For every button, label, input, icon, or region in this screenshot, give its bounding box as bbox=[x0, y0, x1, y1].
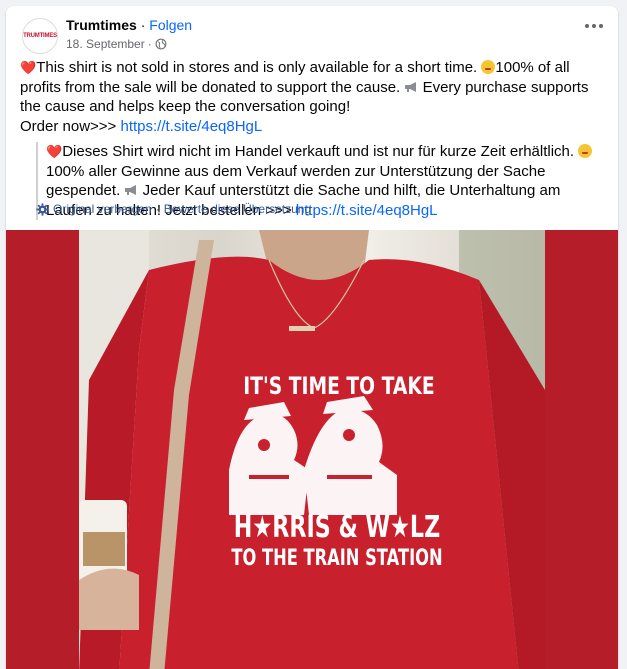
date-separator: · bbox=[147, 37, 152, 51]
shirt-text-bottom: TO THE TRAIN STATION bbox=[231, 546, 443, 571]
post-message-paragraph: ❤️This shirt is not sold in stores and i… bbox=[20, 58, 608, 117]
globe-icon bbox=[155, 38, 167, 50]
post-header: TRUMTIMES Trumtimes · Folgen 18. Septemb… bbox=[6, 6, 618, 62]
avatar-logo-text: TRUMTIMES bbox=[23, 33, 57, 39]
post-date[interactable]: 18. September bbox=[66, 36, 145, 52]
translation-kiss-face-emoji-icon bbox=[578, 144, 593, 158]
translation-order-link[interactable]: https://t.site/4eq8HgL bbox=[296, 202, 438, 219]
order-link[interactable]: https://t.site/4eq8HgL bbox=[120, 118, 262, 135]
photo-scene: IT'S TIME TO TAKE H★RRIS & W★LZ TO THE T… bbox=[79, 230, 545, 669]
gear-icon bbox=[36, 202, 49, 216]
page-avatar[interactable]: TRUMTIMES bbox=[22, 18, 58, 54]
model-illustration bbox=[79, 230, 545, 669]
page-name-link[interactable]: Trumtimes bbox=[66, 17, 137, 33]
order-prefix: Order now>>> bbox=[20, 117, 121, 135]
more-options-button[interactable] bbox=[578, 14, 610, 38]
message-sentence-1: This shirt is not sold in stores and is … bbox=[36, 59, 478, 76]
hide-original-link[interactable]: Original verbergen bbox=[53, 201, 152, 217]
translation-megaphone-emoji-icon bbox=[125, 185, 137, 195]
post-meta-line: 18. September · bbox=[66, 36, 167, 52]
post-message: ❤️This shirt is not sold in stores and i… bbox=[20, 58, 608, 136]
follow-button[interactable]: Folgen bbox=[149, 17, 192, 33]
more-dots-icon bbox=[585, 24, 603, 28]
post-photo[interactable]: IT'S TIME TO TAKE H★RRIS & W★LZ TO THE T… bbox=[6, 230, 618, 669]
title-separator: · bbox=[136, 17, 150, 33]
translation-sentence-1: Dieses Shirt wird nicht im Handel verkau… bbox=[62, 143, 575, 160]
shirt-text-top: IT'S TIME TO TAKE bbox=[243, 372, 435, 400]
heart-emoji-icon: ❤️ bbox=[20, 60, 37, 75]
kiss-face-emoji-icon bbox=[481, 60, 496, 74]
translation-controls: Original verbergen · Bewerte diese Übers… bbox=[36, 201, 311, 217]
translation-heart-emoji-icon: ❤️ bbox=[46, 144, 63, 159]
order-line: Order now>>> https://t.site/4eq8HgL bbox=[20, 117, 608, 137]
header-title-line: Trumtimes · Folgen bbox=[66, 16, 192, 34]
rate-translation-link[interactable]: Bewerte diese Übersetzung bbox=[164, 201, 311, 217]
megaphone-emoji-icon bbox=[405, 81, 417, 92]
translation-meta-separator: · bbox=[155, 202, 160, 216]
shirt-text-main: H★RRIS & W★LZ bbox=[233, 510, 441, 545]
post-card: TRUMTIMES Trumtimes · Folgen 18. Septemb… bbox=[6, 6, 618, 669]
